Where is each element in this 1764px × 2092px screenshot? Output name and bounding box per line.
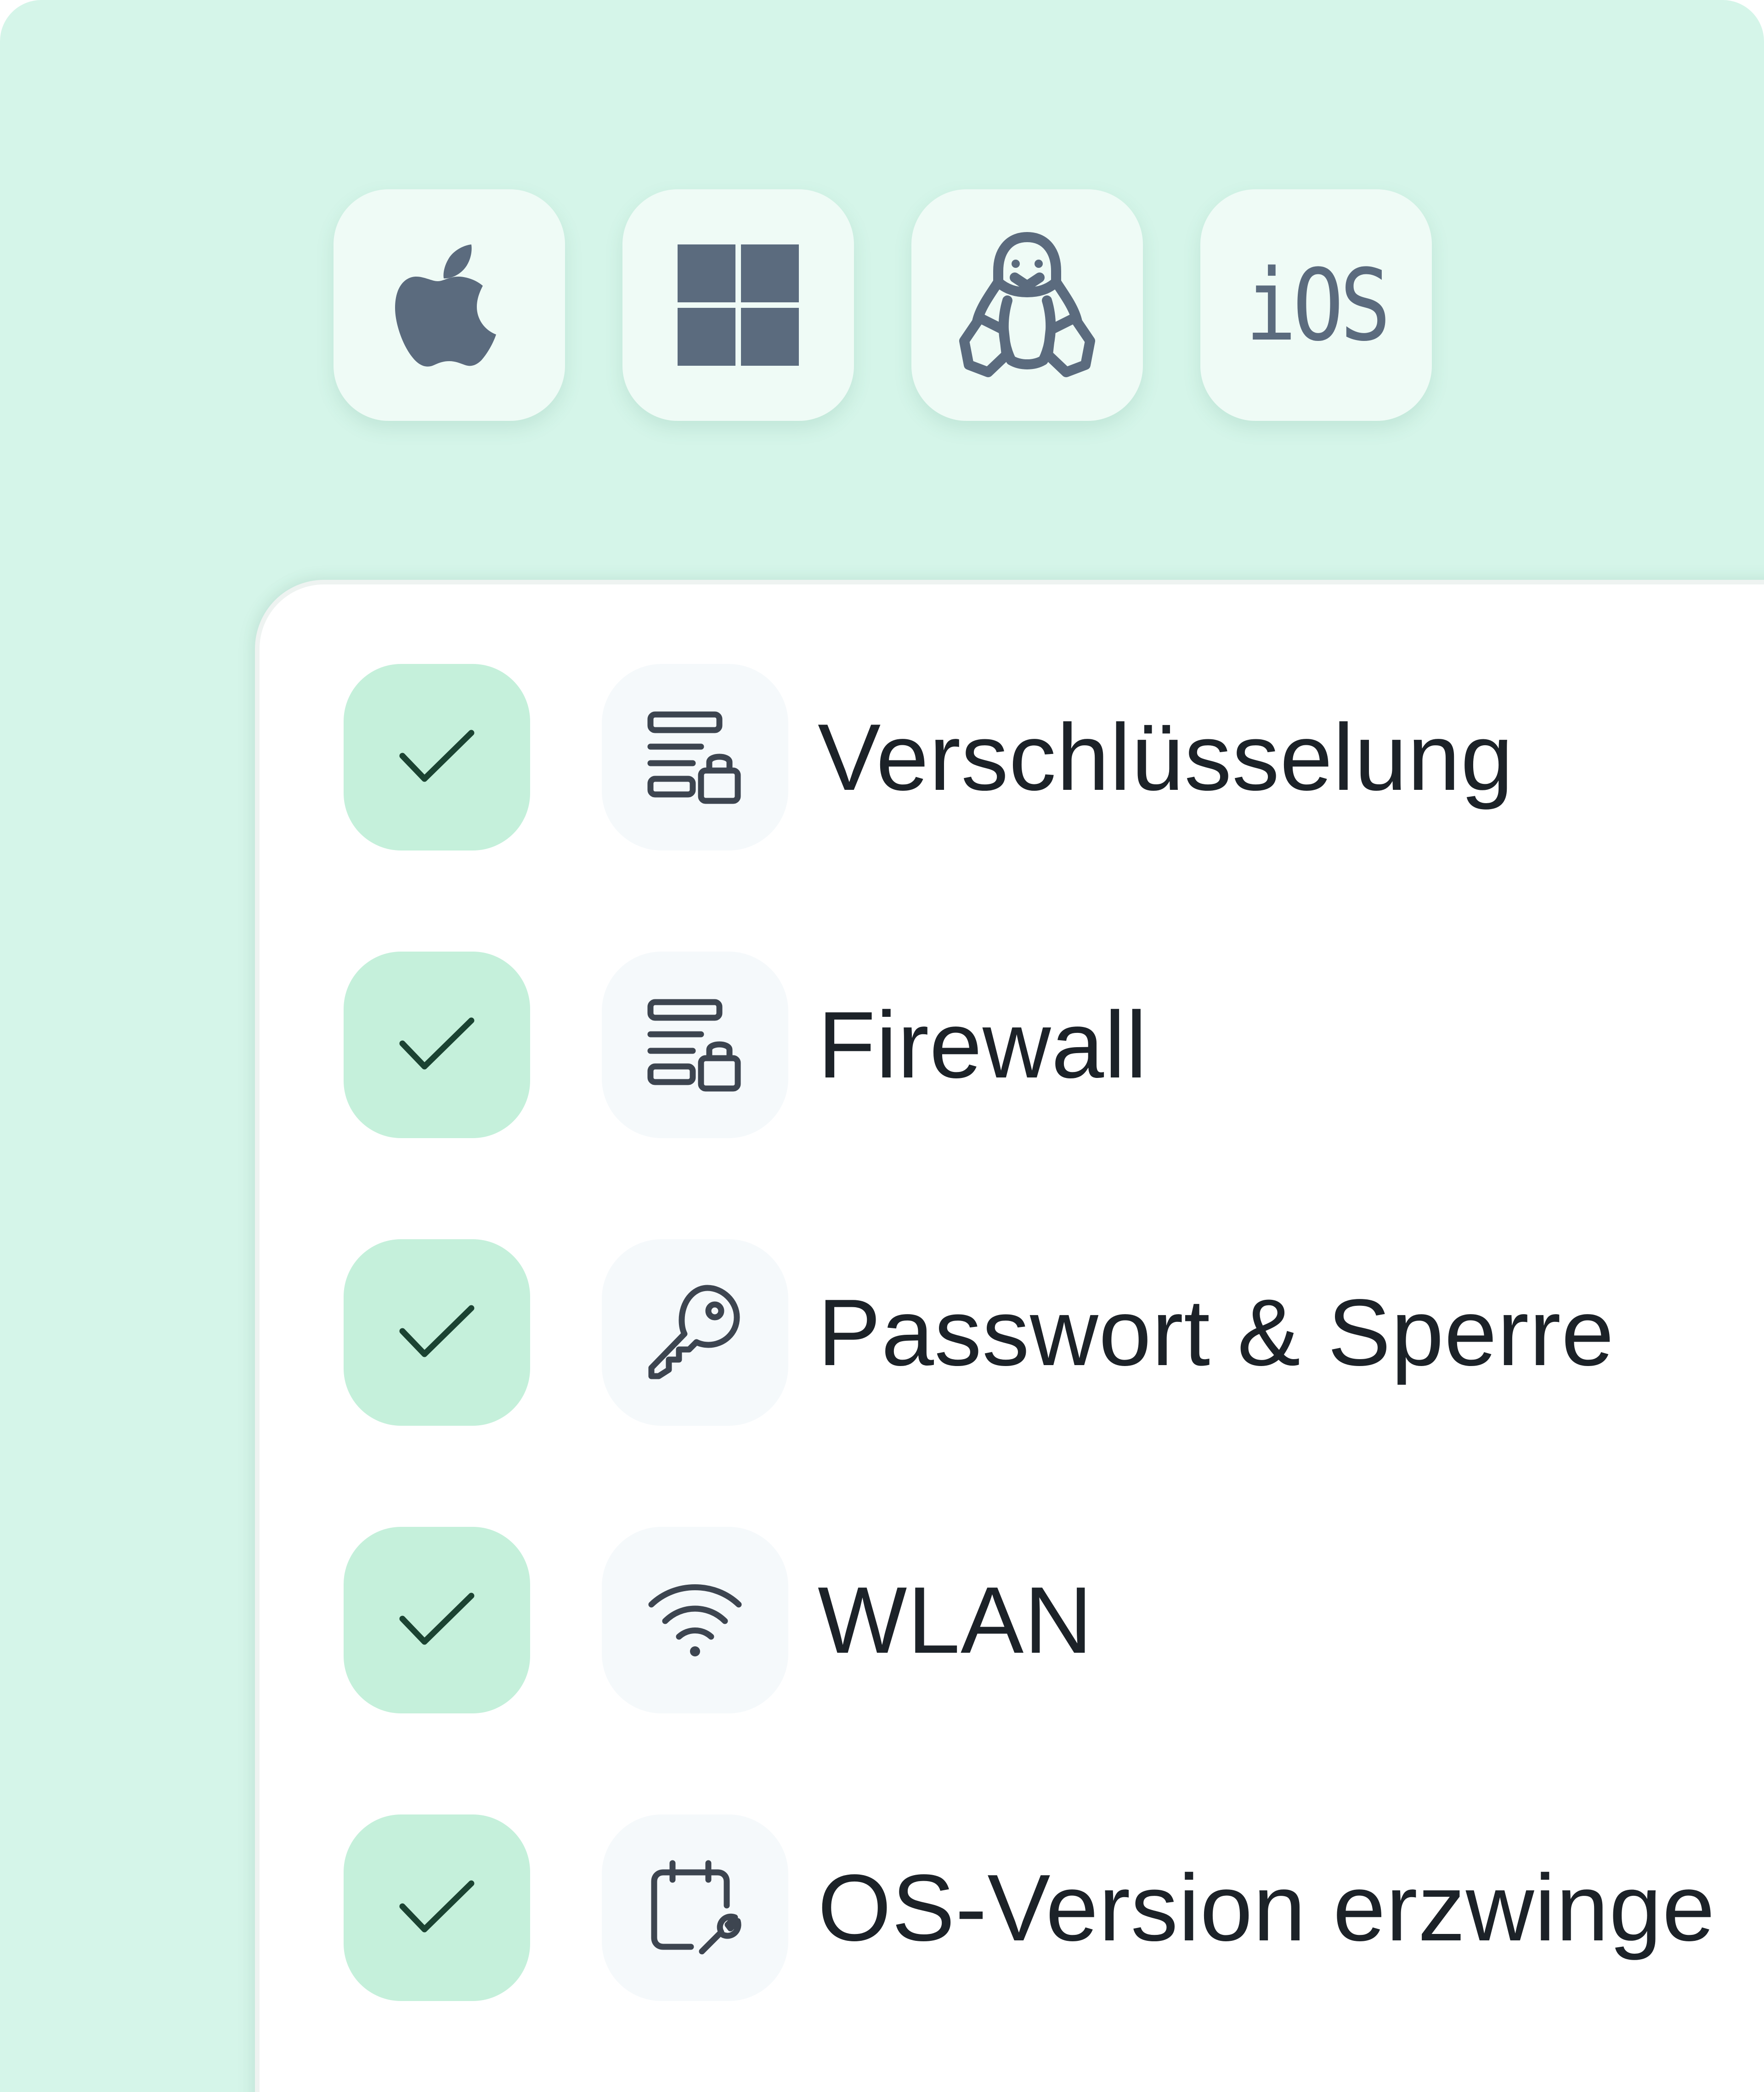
checklist-item[interactable]: Passwort & Sperre (260, 1239, 1764, 1426)
checklist-item[interactable]: OS-Version erzwinge (260, 1814, 1764, 2001)
checkbox-checked[interactable] (344, 1814, 530, 2001)
app-frame: iOS Verschlüsselung Firewall Passwort & … (0, 0, 1764, 2092)
security-checklist-panel: Verschlüsselung Firewall Passwort & Sper… (255, 580, 1764, 2092)
checklist-item[interactable]: Verschlüsselung (260, 664, 1764, 850)
apple-icon (395, 244, 496, 367)
checklist-item[interactable]: WLAN (260, 1527, 1764, 1713)
os-selector: iOS (334, 189, 1432, 421)
checkmark-icon (399, 730, 475, 782)
os-tile-macos[interactable] (334, 189, 565, 421)
checkbox-checked[interactable] (344, 664, 530, 850)
checklist-item-label: Firewall (818, 992, 1148, 1098)
encrypted-storage-icon (602, 664, 788, 850)
calendar-wrench-icon (602, 1814, 788, 2001)
checklist-item-label: Passwort & Sperre (818, 1280, 1615, 1385)
checklist-item-label: Verschlüsselung (818, 704, 1514, 810)
checkbox-checked[interactable] (344, 1239, 530, 1426)
checkmark-icon (399, 1017, 475, 1070)
os-tile-ios[interactable]: iOS (1200, 189, 1432, 421)
wifi-icon (602, 1527, 788, 1713)
windows-icon (678, 244, 799, 366)
checkmark-icon (399, 1305, 475, 1357)
encrypted-storage-icon (602, 952, 788, 1138)
checkmark-icon (399, 1593, 475, 1645)
checkbox-checked[interactable] (344, 1527, 530, 1713)
checkmark-icon (399, 1880, 475, 1933)
checklist-item[interactable]: Firewall (260, 952, 1764, 1138)
os-tile-linux[interactable] (911, 189, 1143, 421)
ios-icon: iOS (1245, 247, 1391, 363)
key-icon (602, 1239, 788, 1426)
os-tile-windows[interactable] (622, 189, 854, 421)
linux-tux-icon (959, 232, 1095, 377)
checkbox-checked[interactable] (344, 952, 530, 1138)
checklist-item-label: OS-Version erzwinge (818, 1855, 1715, 1961)
checklist-item-label: WLAN (818, 1567, 1093, 1673)
